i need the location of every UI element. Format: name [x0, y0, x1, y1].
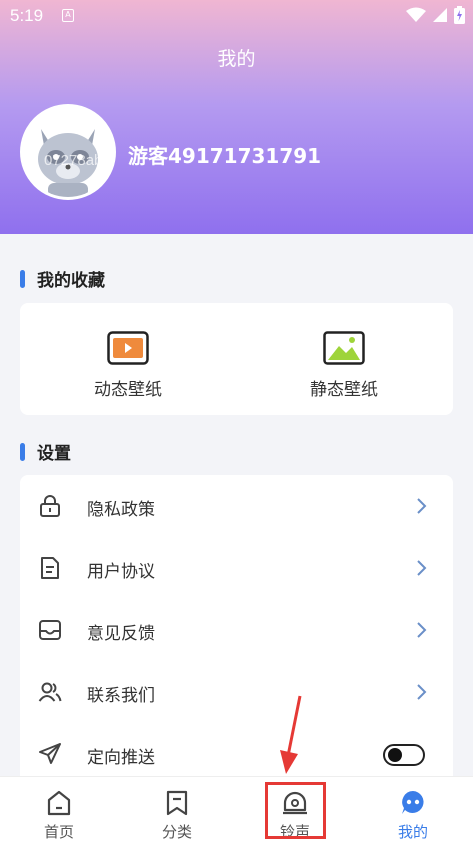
- bookmark-icon: [166, 790, 188, 816]
- profile-chat-icon: [402, 791, 424, 814]
- settings-label-push: 定向推送: [87, 748, 155, 768]
- video-wallpaper-icon: [107, 331, 149, 365]
- section-accent-bar: [20, 269, 25, 288]
- settings-label-contact: 联系我们: [87, 686, 155, 706]
- settings-row-agreement[interactable]: 用户协议: [20, 537, 453, 599]
- settings-title: 设置: [37, 444, 71, 464]
- tab-mine[interactable]: 我的: [354, 777, 472, 842]
- send-icon: [39, 743, 61, 764]
- signal-icon: [433, 8, 447, 22]
- tab-home[interactable]: 首页: [0, 777, 118, 842]
- settings-label-privacy: 隐私政策: [87, 500, 155, 520]
- lock-icon: [40, 495, 60, 517]
- chevron-right-icon: [417, 560, 427, 576]
- image-wallpaper-icon: [323, 331, 365, 365]
- battery-icon: [454, 6, 465, 24]
- home-icon: [47, 790, 71, 816]
- inbox-icon: [39, 620, 61, 640]
- tab-home-label: 首页: [43, 823, 74, 841]
- favorite-live-wallpaper[interactable]: 动态壁纸: [20, 303, 236, 415]
- profile-header: 5:19 A 我的 07278ab0 游客49171731791: [0, 0, 473, 234]
- settings-row-contact[interactable]: 联系我们: [20, 661, 453, 723]
- tab-category-label: 分类: [161, 823, 192, 841]
- avatar-watermark-text: 07278ab0: [44, 152, 111, 169]
- settings-row-privacy[interactable]: 隐私政策: [20, 475, 453, 537]
- settings-row-feedback[interactable]: 意见反馈: [20, 599, 453, 661]
- chevron-right-icon: [417, 684, 427, 700]
- wifi-icon: [406, 7, 426, 22]
- status-icons: [406, 6, 465, 24]
- settings-section-title: 设置: [20, 439, 71, 464]
- settings-card: 隐私政策 用户协议 意见反馈 联系我们 定向推送: [20, 475, 453, 785]
- push-toggle[interactable]: [383, 744, 425, 766]
- username: 游客49171731791: [128, 144, 322, 168]
- status-bar: 5:19 A: [0, 0, 473, 32]
- document-icon: [41, 557, 59, 579]
- toggle-knob: [388, 748, 402, 762]
- contacts-icon: [38, 682, 62, 702]
- page-title: 我的: [217, 48, 256, 70]
- bottom-tab-bar: 首页 分类 铃声 我的: [0, 776, 473, 842]
- tab-mine-label: 我的: [397, 823, 428, 841]
- favorites-title: 我的收藏: [37, 271, 105, 291]
- favorite-static-label: 静态壁纸: [310, 380, 378, 400]
- favorite-live-label: 动态壁纸: [94, 380, 162, 400]
- section-accent-bar: [20, 442, 25, 461]
- settings-label-agreement: 用户协议: [87, 562, 155, 582]
- chevron-right-icon: [417, 498, 427, 514]
- annotation-highlight-box: [265, 782, 326, 839]
- settings-label-feedback: 意见反馈: [87, 624, 155, 644]
- chevron-right-icon: [417, 622, 427, 638]
- annotation-arrow-icon: [280, 695, 302, 774]
- favorites-section-title: 我的收藏: [20, 266, 105, 291]
- favorite-static-wallpaper[interactable]: 静态壁纸: [236, 303, 452, 415]
- favorites-card: 动态壁纸 静态壁纸: [20, 303, 453, 415]
- notification-a-icon: A: [62, 9, 74, 22]
- status-time: 5:19: [10, 6, 44, 25]
- tab-category[interactable]: 分类: [118, 777, 236, 842]
